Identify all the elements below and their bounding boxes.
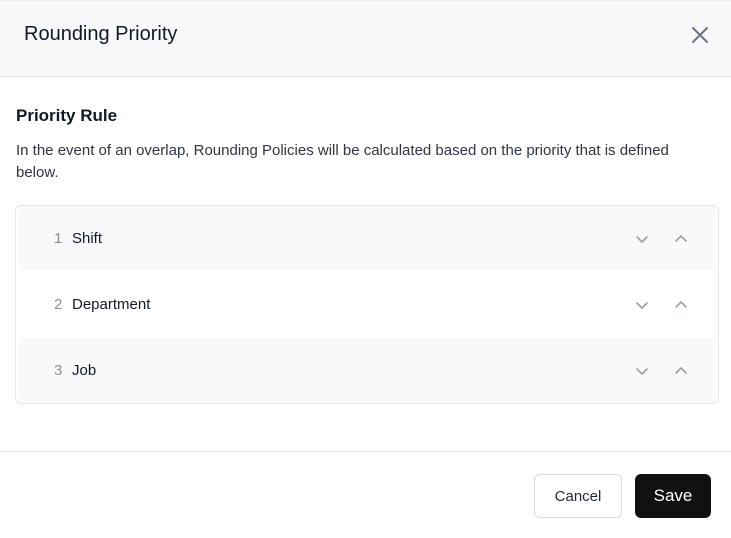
priority-label: Job bbox=[72, 361, 97, 379]
dialog-footer: Cancel Save bbox=[0, 451, 731, 538]
section-description: In the event of an overlap, Rounding Pol… bbox=[16, 142, 669, 181]
move-down-button[interactable] bbox=[629, 358, 654, 383]
chevron-up-icon bbox=[674, 234, 687, 242]
dialog-header: Rounding Priority bbox=[0, 0, 731, 77]
row-actions bbox=[629, 226, 693, 251]
chevron-up-icon bbox=[674, 300, 687, 308]
rounding-priority-dialog: Rounding Priority Priority Rule In the e… bbox=[0, 0, 731, 538]
move-up-button[interactable] bbox=[668, 226, 693, 251]
close-button[interactable] bbox=[687, 22, 713, 48]
save-button[interactable]: Save bbox=[635, 474, 711, 518]
chevron-up-icon bbox=[674, 366, 687, 374]
close-icon bbox=[692, 27, 708, 43]
move-up-button[interactable] bbox=[668, 358, 693, 383]
row-actions bbox=[629, 358, 693, 383]
cancel-button[interactable]: Cancel bbox=[534, 474, 622, 518]
priority-item-shift: 1 Shift bbox=[19, 206, 715, 270]
priority-item-job: 3 Job bbox=[19, 338, 715, 402]
priority-number: 2 bbox=[54, 295, 63, 313]
priority-label: Shift bbox=[72, 229, 103, 247]
chevron-down-icon bbox=[635, 367, 648, 375]
move-up-button[interactable] bbox=[668, 292, 693, 317]
priority-label: Department bbox=[72, 295, 151, 313]
priority-number: 1 bbox=[54, 229, 63, 247]
priority-number: 3 bbox=[54, 361, 63, 379]
move-down-button[interactable] bbox=[629, 292, 654, 317]
chevron-down-icon bbox=[635, 235, 648, 243]
priority-item-department: 2 Department bbox=[19, 272, 715, 336]
section-title: Priority Rule bbox=[16, 106, 118, 125]
move-down-button[interactable] bbox=[629, 226, 654, 251]
priority-list: 1 Shift 2 Department 3 Job bbox=[15, 205, 719, 404]
row-actions bbox=[629, 292, 693, 317]
dialog-title: Rounding Priority bbox=[24, 23, 178, 45]
chevron-down-icon bbox=[635, 301, 648, 309]
